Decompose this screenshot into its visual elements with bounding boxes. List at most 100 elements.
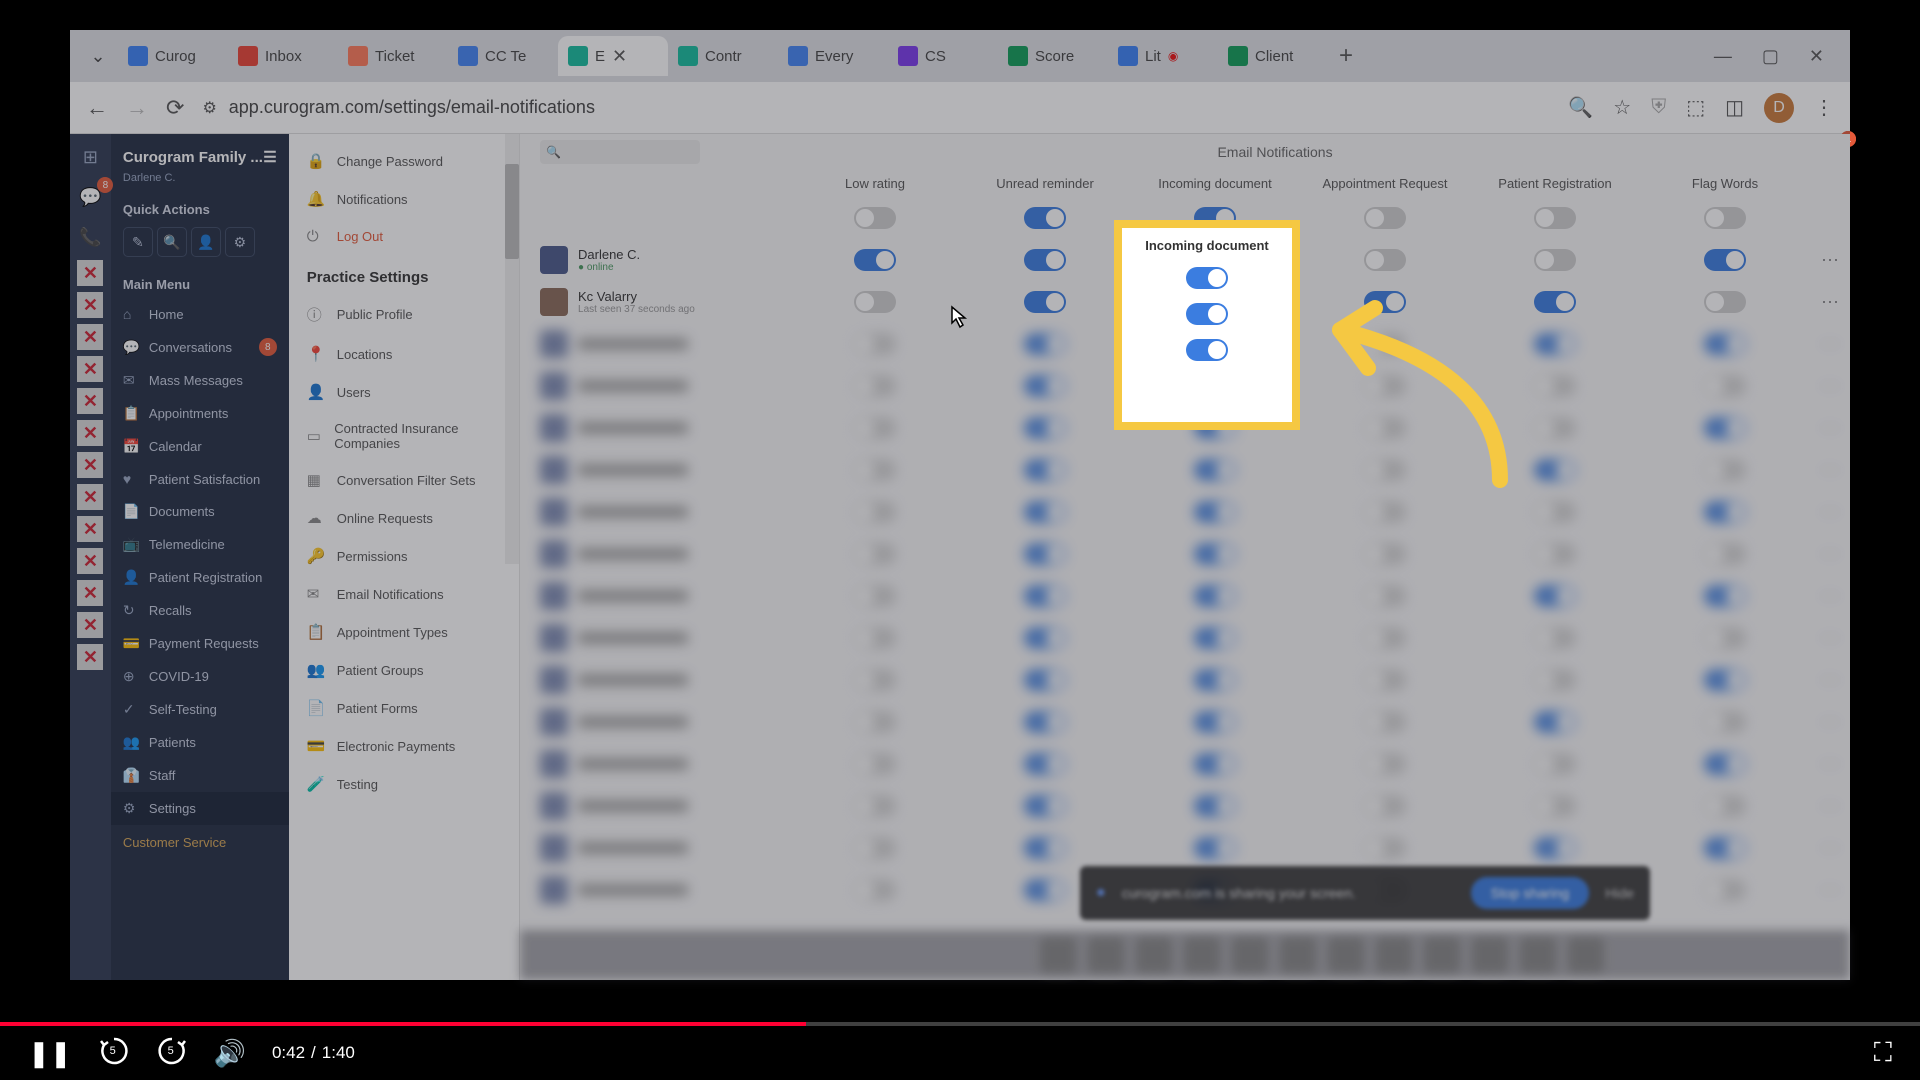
browser-tab[interactable]: E✕ <box>558 36 668 76</box>
sidebar-item-staff[interactable]: 👔Staff <box>111 759 289 792</box>
nav-reload[interactable]: ⟳ <box>166 95 184 121</box>
sidebar-item-settings[interactable]: ⚙Settings <box>111 792 289 825</box>
notification-toggle[interactable] <box>1704 249 1746 271</box>
notification-toggle[interactable] <box>1024 249 1066 271</box>
settings-item-public-profile[interactable]: ⓘPublic Profile <box>289 294 519 335</box>
notification-toggle[interactable] <box>1534 291 1576 313</box>
site-settings-icon[interactable]: ⚙ <box>202 98 216 118</box>
qa-user-icon[interactable]: 👤 <box>191 227 221 257</box>
progress-track[interactable] <box>0 1022 1920 1026</box>
browser-tab[interactable]: Curog <box>118 36 228 76</box>
settings-item-email-notifications[interactable]: ✉Email Notifications <box>289 575 519 613</box>
settings-item-change-password[interactable]: 🔒Change Password <box>289 142 519 180</box>
global-toggle[interactable] <box>1534 207 1576 229</box>
nav-forward[interactable]: → <box>126 95 148 121</box>
zoom-icon[interactable]: 🔍 <box>1568 95 1593 120</box>
stop-sharing-button[interactable]: Stop sharing <box>1471 877 1590 909</box>
sidebar-item-calendar[interactable]: 📅Calendar <box>111 430 289 463</box>
fullscreen-button[interactable]: ⛶ <box>1874 1037 1892 1069</box>
settings-scrollbar-track[interactable] <box>505 134 519 564</box>
notification-toggle[interactable] <box>854 249 896 271</box>
tab-close-icon[interactable]: ✕ <box>612 46 627 67</box>
settings-scrollbar-thumb[interactable] <box>505 164 519 259</box>
browser-tab[interactable]: Client <box>1218 36 1328 76</box>
shield-icon[interactable]: ⛨ <box>1651 96 1666 119</box>
highlight-toggle[interactable] <box>1186 267 1228 289</box>
volume-button[interactable]: 🔊 <box>214 1038 246 1069</box>
bookmark-star-icon[interactable]: ☆ <box>1613 95 1631 120</box>
browser-tab[interactable]: Inbox <box>228 36 338 76</box>
user-search-input[interactable]: 🔍 <box>540 140 700 164</box>
sidepanel-icon[interactable]: ◫ <box>1725 95 1744 120</box>
pause-button[interactable]: ❚❚ <box>28 1038 72 1069</box>
browser-menu-icon[interactable]: ⋮ <box>1814 95 1834 120</box>
row-menu[interactable]: ⋯ <box>1810 250 1850 271</box>
browser-tab[interactable]: Every <box>778 36 888 76</box>
highlight-toggle[interactable] <box>1186 339 1228 361</box>
settings-item-patient-groups[interactable]: 👥Patient Groups <box>289 651 519 689</box>
settings-item-testing[interactable]: 🧪Testing <box>289 765 519 803</box>
notification-toggle[interactable] <box>1534 249 1576 271</box>
sidebar-item-recalls[interactable]: ↻Recalls <box>111 594 289 627</box>
notification-toggle[interactable] <box>1364 249 1406 271</box>
profile-avatar[interactable]: D <box>1764 93 1794 123</box>
customer-service-link[interactable]: Customer Service <box>111 825 289 860</box>
sidebar-item-patient-registration[interactable]: 👤Patient Registration <box>111 561 289 594</box>
settings-item-locations[interactable]: 📍Locations <box>289 335 519 373</box>
qa-search-icon[interactable]: 🔍 <box>157 227 187 257</box>
extensions-icon[interactable]: ⬚ <box>1686 95 1705 120</box>
browser-tab[interactable]: Score <box>998 36 1108 76</box>
settings-item-electronic-payments[interactable]: 💳Electronic Payments <box>289 727 519 765</box>
rewind-5s-button[interactable]: 5 <box>98 1035 130 1072</box>
settings-item-conversation-filter-sets[interactable]: ▦Conversation Filter Sets <box>289 461 519 499</box>
notification-toggle[interactable] <box>854 291 896 313</box>
global-toggle[interactable] <box>1024 207 1066 229</box>
sidebar-item-patients[interactable]: 👥Patients <box>111 726 289 759</box>
global-toggle[interactable] <box>1364 207 1406 229</box>
window-minimize[interactable]: — <box>1714 46 1732 67</box>
rail-chat-icon[interactable]: 💬8 <box>73 180 107 214</box>
settings-item-contracted-insurance-companies[interactable]: ▭Contracted Insurance Companies <box>289 411 519 461</box>
notification-toggle[interactable] <box>1364 291 1406 313</box>
global-toggle[interactable] <box>1704 207 1746 229</box>
sidebar-item-self-testing[interactable]: ✓Self-Testing <box>111 693 289 726</box>
browser-tab[interactable]: Ticket <box>338 36 448 76</box>
browser-tab[interactable]: Lit◉ <box>1108 36 1218 76</box>
forward-5s-button[interactable]: 5 <box>156 1035 188 1072</box>
settings-item-users[interactable]: 👤Users <box>289 373 519 411</box>
sidebar-item-conversations[interactable]: 💬Conversations8 <box>111 330 289 364</box>
qa-filter-icon[interactable]: ⚙ <box>225 227 255 257</box>
global-toggle[interactable] <box>854 207 896 229</box>
browser-tab[interactable]: CS <box>888 36 998 76</box>
sidebar-item-telemedicine[interactable]: 📺Telemedicine <box>111 528 289 561</box>
settings-item-appointment-types[interactable]: 📋Appointment Types <box>289 613 519 651</box>
rail-phone-icon[interactable]: 📞 <box>73 220 107 254</box>
hide-share-button[interactable]: Hide <box>1605 885 1634 901</box>
highlight-toggle[interactable] <box>1186 303 1228 325</box>
nav-back[interactable]: ← <box>86 95 108 121</box>
sidebar-item-documents[interactable]: 📄Documents <box>111 495 289 528</box>
tab-search-dropdown[interactable]: ⌄ <box>78 36 118 76</box>
sidebar-item-appointments[interactable]: 📋Appointments <box>111 397 289 430</box>
settings-item-notifications[interactable]: 🔔Notifications <box>289 180 519 218</box>
settings-item-permissions[interactable]: 🔑Permissions <box>289 537 519 575</box>
sidebar-item-patient-satisfaction[interactable]: ♥Patient Satisfaction <box>111 463 289 495</box>
window-close[interactable]: ✕ <box>1809 46 1824 67</box>
sidebar-menu-icon[interactable]: ☰ <box>263 148 276 166</box>
rail-dashboard-icon[interactable]: ⊞ <box>73 140 107 174</box>
settings-item-patient-forms[interactable]: 📄Patient Forms <box>289 689 519 727</box>
settings-item-online-requests[interactable]: ☁Online Requests <box>289 499 519 537</box>
browser-tab[interactable]: CC Te <box>448 36 558 76</box>
window-maximize[interactable]: ▢ <box>1762 46 1779 67</box>
row-menu[interactable]: ⋯ <box>1810 292 1850 313</box>
sidebar-item-payment-requests[interactable]: 💳Payment Requests <box>111 627 289 660</box>
url-input[interactable]: ⚙ app.curogram.com/settings/email-notifi… <box>202 97 1550 118</box>
settings-item-log-out[interactable]: ⏻Log Out <box>289 218 519 255</box>
browser-tab[interactable]: Contr <box>668 36 778 76</box>
notification-toggle[interactable] <box>1704 291 1746 313</box>
notification-toggle[interactable] <box>1024 291 1066 313</box>
qa-compose-icon[interactable]: ✎ <box>123 227 153 257</box>
sidebar-item-covid-19[interactable]: ⊕COVID-19 <box>111 660 289 693</box>
sidebar-item-home[interactable]: ⌂Home <box>111 298 289 330</box>
sidebar-item-mass-messages[interactable]: ✉Mass Messages <box>111 364 289 397</box>
